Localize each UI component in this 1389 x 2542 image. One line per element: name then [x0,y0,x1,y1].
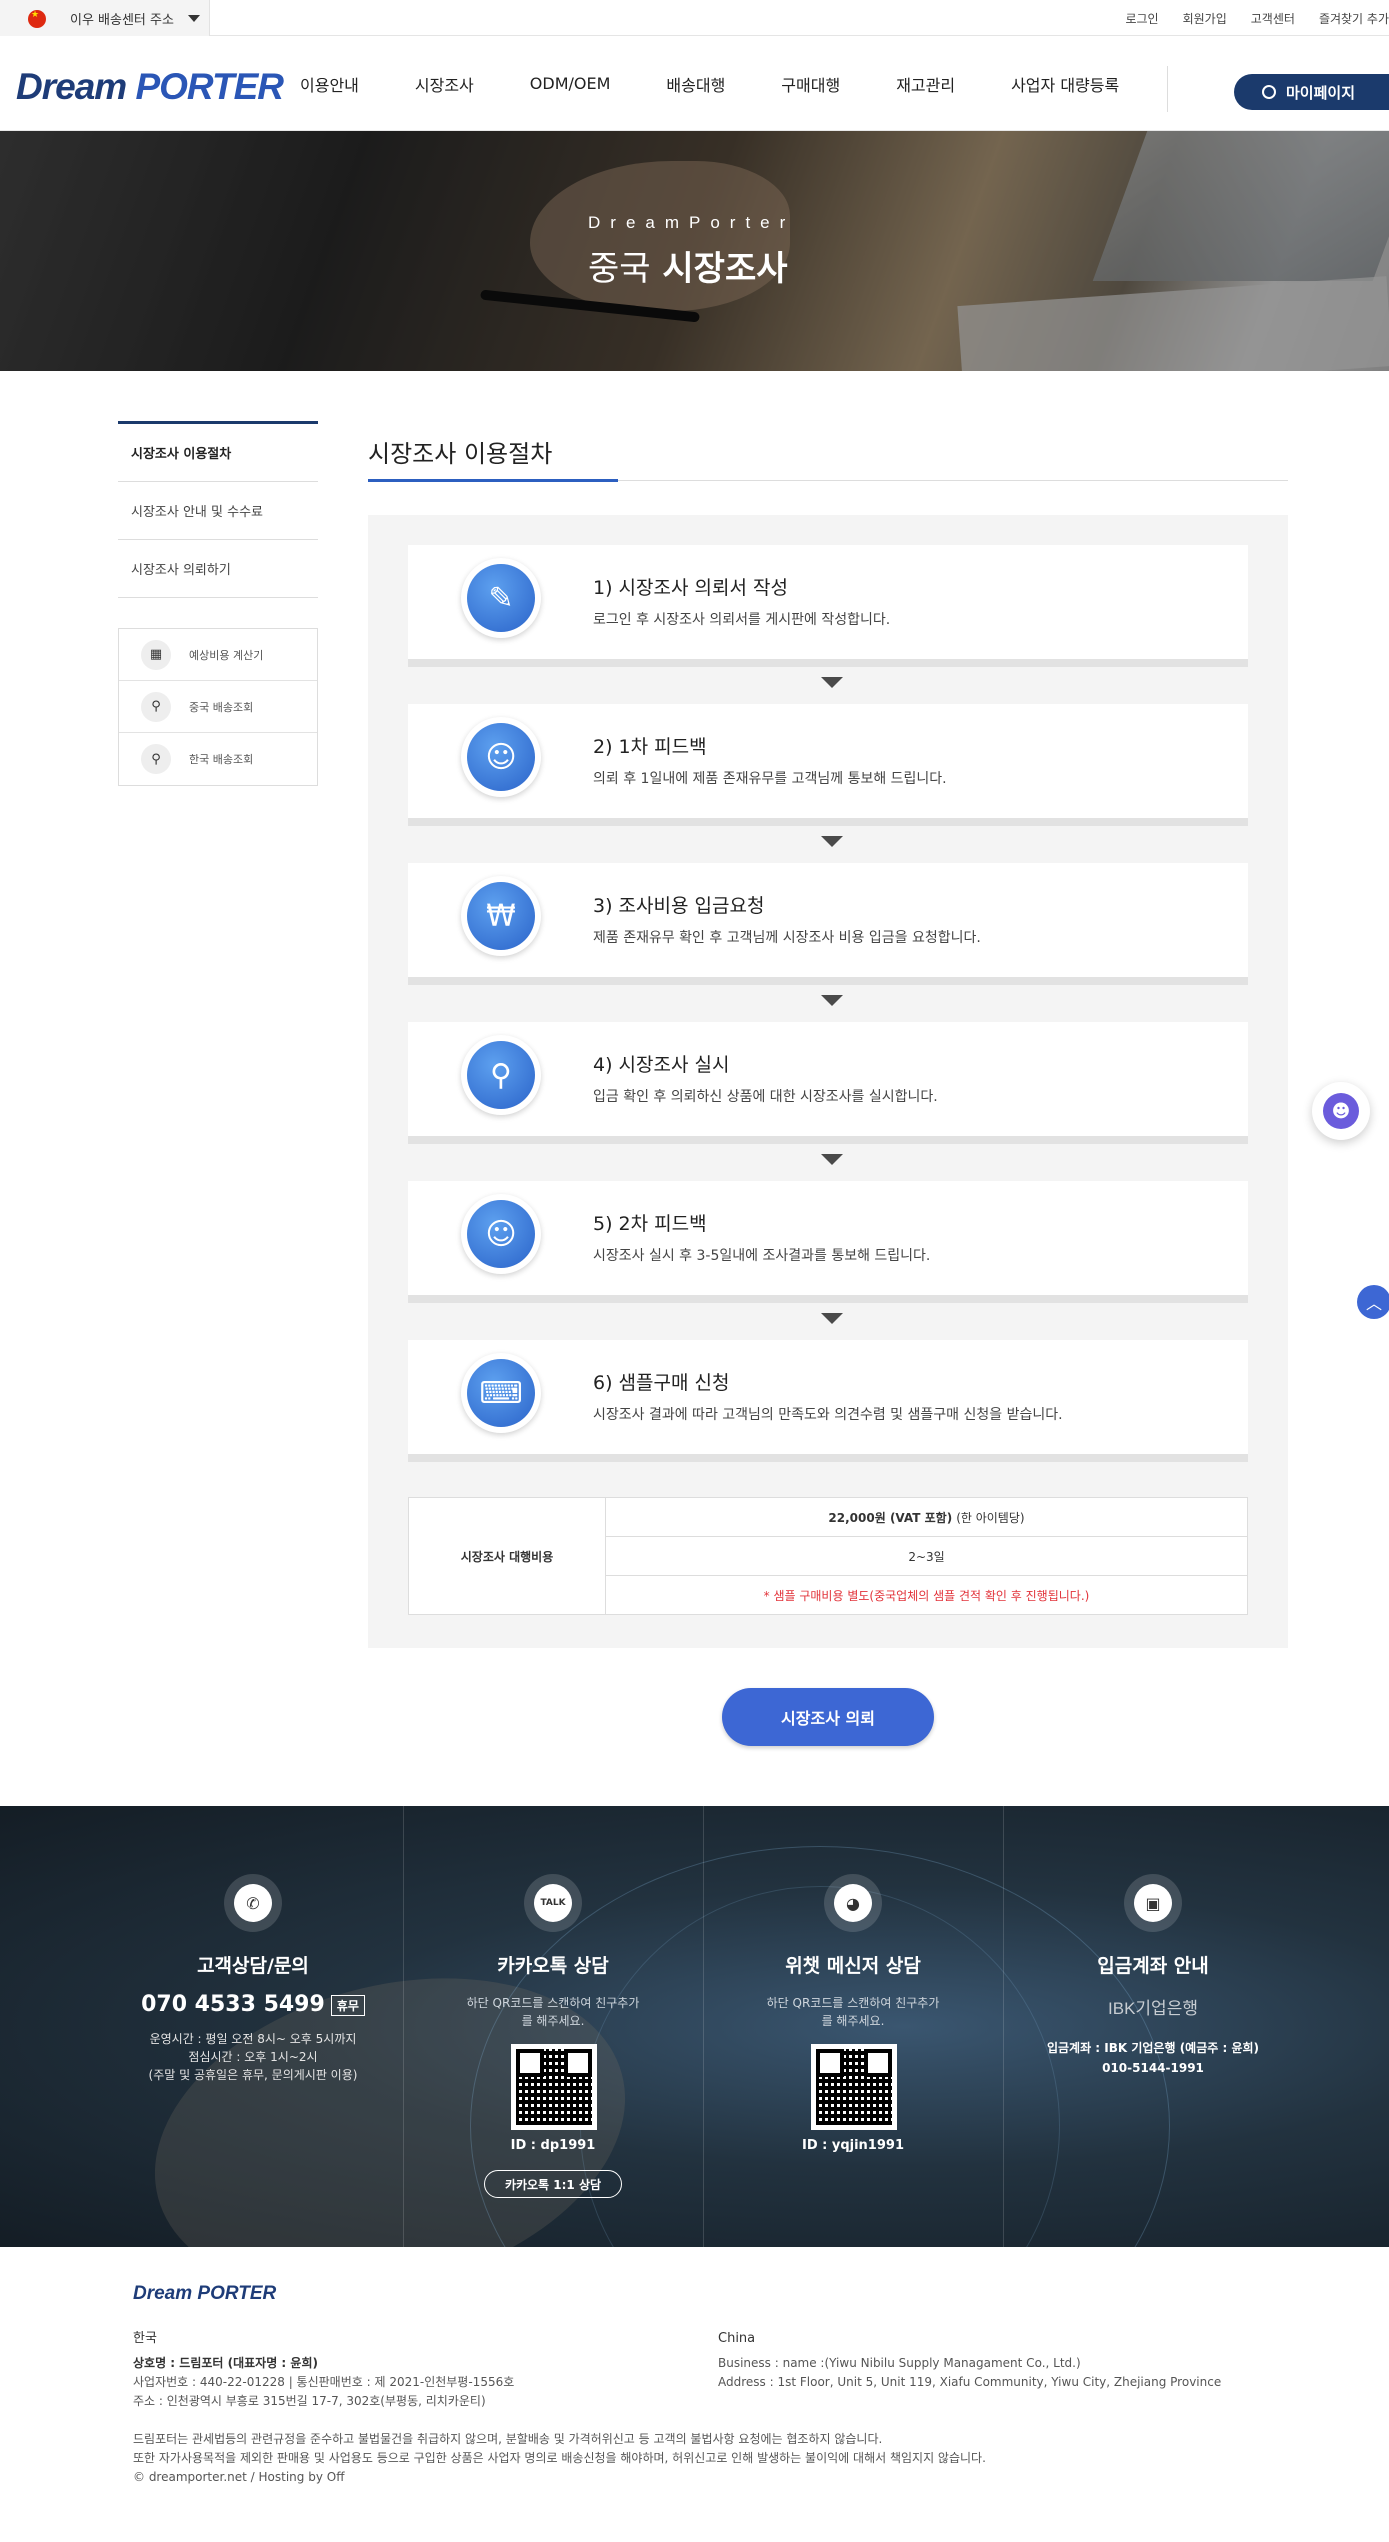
phone-icon: ✆ [224,1874,282,1932]
nav-bulk-register[interactable]: 사업자 대량등록 [1011,72,1119,96]
step-desc: 로그인 후 시장조사 의뢰서를 게시판에 작성합니다. [593,612,891,628]
footer-korea-info: 한국 상호명 : 드림포터 (대표자명 : 윤희) 사업자번호 : 440-22… [133,2331,515,2408]
phone-contact: ✆ 고객상담/문의 070 4533 5499 휴무 운영시간 : 평일 오전 8… [103,1806,403,2247]
step-desc: 제품 존재유무 확인 후 고객님께 시장조사 비용 입금을 요청합니다. [593,930,981,946]
step-desc: 입금 확인 후 의뢰하신 상품에 대한 시장조사를 실시합니다. [593,1089,938,1105]
fee-label: 시장조사 대행비용 [409,1498,606,1614]
site-logo[interactable]: Dream PORTER [16,66,284,108]
wechat-icon: ◕ [824,1874,882,1932]
fee-table: 시장조사 대행비용 22,000원 (VAT 포함) (한 아이템당) 2~3일… [408,1497,1248,1615]
step-title: 2) 1차 피드백 [593,736,707,758]
address-select-label: 이우 배송센터 주소 [70,12,174,28]
hero-banner: DreamPorter 중국 시장조사 [0,131,1389,371]
main-nav: 이용안내 시장조사 ODM/OEM 배송대행 구매대행 재고관리 사업자 대량등… [300,36,1175,131]
sidebar-item-request[interactable]: 시장조사 의뢰하기 [118,540,318,598]
step-title: 1) 시장조사 의뢰서 작성 [593,577,788,599]
hero-subtitle: DreamPorter [588,213,796,232]
sidebar: 시장조사 이용절차 시장조사 안내 및 수수료 시장조사 의뢰하기 ▦ 예상비용… [118,421,318,786]
sidebar-item-procedure[interactable]: 시장조사 이용절차 [118,424,318,482]
step-title: 3) 조사비용 입금요청 [593,895,765,917]
sidebar-item-guide-fee[interactable]: 시장조사 안내 및 수수료 [118,482,318,540]
footer-logo: Dream PORTER [133,2283,277,2304]
step-card: ☺ 2) 1차 피드백 의뢰 후 1일내에 제품 존재유무를 고객님께 통보해 … [408,704,1248,826]
payment-icon: ₩ [461,876,541,956]
step-card: ⌨ 6) 샘플구매 신청 시장조사 결과에 따라 고객님의 만족도와 의견수렴 … [408,1340,1248,1462]
arrow-down-icon [821,1313,843,1324]
caret-down-icon [187,14,200,22]
step-card: ✎ 1) 시장조사 의뢰서 작성 로그인 후 시장조사 의뢰서를 게시판에 작성… [408,545,1248,667]
wechat-qr-code [811,2044,897,2130]
top-links: 로그인 회원가입 고객센터 즐겨찾기 추가 [1125,0,1389,36]
fee-note-row: * 샘플 구매비용 별도(중국업체의 샘플 견적 확인 후 진행됩니다.) [763,1589,1090,1603]
chatbot-button[interactable]: ☻ [1312,1082,1370,1140]
magnifier-globe-icon: ⚲ [461,1035,541,1115]
top-bar: 이우 배송센터 주소 로그인 회원가입 고객센터 즐겨찾기 추가 [0,0,1389,36]
bookmark-link[interactable]: 즐겨찾기 추가 [1319,10,1389,27]
document-icon: ✎ [461,558,541,638]
copyright: © dreamporter.net / Hosting by Off [133,2470,345,2484]
step-card: ☺ 5) 2차 피드백 시장조사 실시 후 3-5일내에 조사결과를 통보해 드… [408,1181,1248,1303]
nav-odm-oem[interactable]: ODM/OEM [530,74,611,93]
bank-card-icon: ▣ [1124,1874,1182,1932]
kakao-contact: TALK 카카오톡 상담 하단 QR코드를 스캔하여 친구추가를 해주세요. I… [403,1806,703,2247]
contact-banner: ✆ 고객상담/문의 070 4533 5499 휴무 운영시간 : 평일 오전 8… [0,1806,1389,2247]
step-desc: 시장조사 실시 후 3-5일내에 조사결과를 통보해 드립니다. [593,1248,931,1264]
holiday-badge: 휴무 [330,1994,365,2016]
customer-center-link[interactable]: 고객센터 [1251,10,1295,27]
request-research-button[interactable]: 시장조사 의뢰 [722,1688,934,1746]
main-header: Dream PORTER 이용안내 시장조사 ODM/OEM 배송대행 구매대행… [0,36,1389,131]
step-title: 6) 샘플구매 신청 [593,1372,730,1394]
arrow-down-icon [821,995,843,1006]
step-title: 4) 시장조사 실시 [593,1054,730,1076]
user-icon [1262,85,1276,99]
phone-number: 070 4533 5499 휴무 [103,1992,403,2017]
kakaotalk-icon: TALK [524,1874,582,1932]
kakao-chat-button[interactable]: 카카오톡 1:1 상담 [484,2170,622,2198]
china-flag-icon [28,10,46,28]
search-icon: ⚲ [141,691,171,722]
wechat-contact: ◕ 위챗 메신저 상담 하단 QR코드를 스캔하여 친구추가를 해주세요. ID… [703,1806,1003,2247]
step-desc: 의뢰 후 1일내에 제품 존재유무를 고객님께 통보해 드립니다. [593,771,947,787]
china-tracking-link[interactable]: ⚲ 중국 배송조회 [119,681,317,733]
mypage-button[interactable]: 마이페이지 [1234,74,1389,110]
step-title: 5) 2차 피드백 [593,1213,707,1235]
search-icon: ⚲ [141,744,171,774]
scroll-top-button[interactable]: ︿ [1357,1285,1389,1319]
footer-notice: 드림포터는 관세법등의 관련규정을 준수하고 불법물건을 취급하지 않으며, 분… [133,2430,986,2487]
agent-icon: ☺ [461,1194,541,1274]
steps-panel: ✎ 1) 시장조사 의뢰서 작성 로그인 후 시장조사 의뢰서를 게시판에 작성… [368,515,1288,1648]
nav-inventory[interactable]: 재고관리 [896,72,955,96]
chatbot-icon: ☻ [1323,1093,1359,1129]
shipping-address-select[interactable]: 이우 배송센터 주소 [0,0,210,36]
kakao-qr-code [511,2044,597,2130]
hero-title: 중국 시장조사 [588,249,788,289]
page-title: 시장조사 이용절차 [368,440,553,468]
login-link[interactable]: 로그인 [1125,10,1158,27]
step-card: ₩ 3) 조사비용 입금요청 제품 존재유무 확인 후 고객님께 시장조사 비용… [408,863,1248,985]
calculator-icon: ▦ [141,639,171,670]
nav-market-research[interactable]: 시장조사 [415,72,474,96]
arrow-down-icon [821,836,843,847]
chevron-up-icon: ︿ [1365,1294,1382,1313]
nav-guide[interactable]: 이용안내 [300,72,359,96]
sidebar-tools: ▦ 예상비용 계산기 ⚲ 중국 배송조회 ⚲ 한국 배송조회 [118,628,318,786]
ibk-bank-logo: IBK기업은행 [1108,1999,1198,2018]
step-desc: 시장조사 결과에 따라 고객님의 만족도와 의견수렴 및 샘플구매 신청을 받습… [593,1407,1063,1423]
fee-price-row: 22,000원 (VAT 포함) (한 아이템당) [606,1498,1247,1537]
korea-tracking-link[interactable]: ⚲ 한국 배송조회 [119,733,317,785]
footer-china-info: China Business : name :(Yiwu Nibilu Supp… [718,2331,1222,2389]
arrow-down-icon [821,1154,843,1165]
bank-account-info: ▣ 입금계좌 안내 IBK기업은행 입금계좌 : IBK 기업은행 (예금주 :… [1003,1806,1303,2247]
site-footer: Dream PORTER 한국 상호명 : 드림포터 (대표자명 : 윤희) 사… [0,2247,1389,2542]
signup-link[interactable]: 회원가입 [1183,10,1227,27]
cost-calculator-link[interactable]: ▦ 예상비용 계산기 [119,629,317,681]
nav-purchase-agent[interactable]: 구매대행 [781,72,840,96]
step-card: ⚲ 4) 시장조사 실시 입금 확인 후 의뢰하신 상품에 대한 시장조사를 실… [408,1022,1248,1144]
agent-icon: ☺ [461,717,541,797]
fee-duration-row: 2~3일 [606,1537,1247,1576]
header-divider [1167,66,1168,112]
shopping-basket-icon: ⌨ [461,1353,541,1433]
nav-shipping-agent[interactable]: 배송대행 [666,72,725,96]
arrow-down-icon [821,677,843,688]
